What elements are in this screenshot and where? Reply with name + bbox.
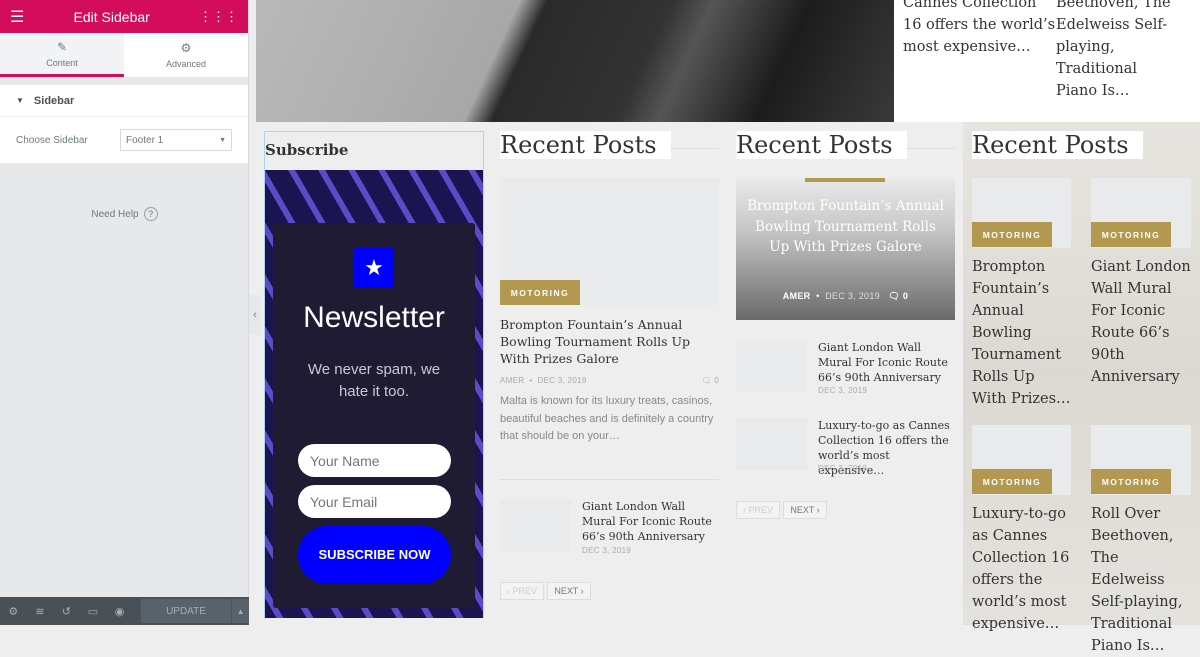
line: 16 offers the world’s bbox=[903, 17, 1056, 33]
post-author[interactable]: AMER bbox=[783, 291, 811, 301]
preview-eye-icon[interactable]: ◉ bbox=[106, 605, 133, 618]
post-title[interactable]: Luxury-to-go as Cannes Collection 16 off… bbox=[972, 503, 1072, 635]
featured-post-meta: AMER • DEC 3, 2019 🗨 0 bbox=[782, 291, 909, 301]
prev-button[interactable]: ‹ PREV bbox=[736, 501, 780, 519]
divider bbox=[500, 479, 719, 480]
tab-content[interactable]: ✎ Content bbox=[0, 33, 124, 77]
next-button[interactable]: NEXT › bbox=[547, 582, 591, 600]
choose-sidebar-row: Choose Sidebar Footer 1 ▼ bbox=[0, 117, 248, 163]
editor-panel: ☰ Edit Sidebar ⋮⋮⋮ ✎ Content ⚙ Advanced … bbox=[0, 0, 249, 625]
featured-post-card[interactable]: Brompton Fountain’s Annual Bowling Tourn… bbox=[736, 178, 955, 320]
newsletter-title: Newsletter bbox=[303, 301, 445, 334]
category-badge[interactable]: MOTORING bbox=[1091, 222, 1171, 247]
hero-image bbox=[256, 0, 894, 122]
category-badge[interactable]: MOTORING bbox=[1091, 469, 1171, 494]
choose-sidebar-label: Choose Sidebar bbox=[16, 134, 88, 146]
newsletter-tagline: We never spam, we hate it too. bbox=[307, 361, 441, 400]
email-input[interactable] bbox=[298, 485, 451, 518]
layers-icon[interactable]: ≋ bbox=[27, 605, 54, 618]
top-post-1[interactable]: Cannes Collection 16 offers the world’s … bbox=[903, 0, 1055, 58]
subscribe-button[interactable]: SUBSCRIBE NOW bbox=[298, 526, 451, 584]
comment-icon: 🗨 bbox=[701, 376, 712, 385]
next-button[interactable]: NEXT › bbox=[783, 501, 827, 519]
post-thumbnail[interactable] bbox=[736, 418, 807, 470]
top-post-2[interactable]: Beethoven, The Edelweiss Self- playing, … bbox=[1056, 0, 1200, 102]
newsletter-card: ★ Newsletter We never spam, we hate it t… bbox=[273, 223, 475, 608]
featured-post-meta: AMER • DEC 3, 2019 🗨 0 bbox=[500, 376, 719, 385]
help-icon: ? bbox=[143, 207, 158, 221]
caret-down-icon: ▼ bbox=[16, 96, 24, 105]
post-title[interactable]: Roll Over Beethoven, The Edelweiss Self-… bbox=[1091, 503, 1196, 657]
name-input[interactable] bbox=[298, 444, 451, 477]
post-author[interactable]: AMER bbox=[500, 376, 524, 385]
tab-content-label: Content bbox=[46, 57, 78, 68]
line: most expensive… bbox=[903, 39, 1031, 55]
update-button[interactable]: UPDATE bbox=[140, 599, 232, 623]
line: Cannes Collection bbox=[903, 0, 1037, 11]
gear-icon: ⚙ bbox=[180, 41, 192, 55]
responsive-icon[interactable]: ▭ bbox=[80, 605, 107, 618]
post-title[interactable]: Giant London Wall Mural For Iconic Route… bbox=[582, 499, 722, 544]
recent-posts-heading-2: Recent Posts bbox=[736, 131, 907, 159]
category-badge[interactable]: MOTORING bbox=[500, 280, 580, 305]
need-help-label: Need Help bbox=[91, 208, 139, 220]
collapse-panel-button[interactable]: ‹ bbox=[249, 295, 261, 335]
comment-icon: 🗨 bbox=[888, 291, 901, 301]
panel-tabs: ✎ Content ⚙ Advanced bbox=[0, 33, 248, 77]
post-date: DEC 3, 2019 bbox=[582, 546, 632, 555]
choose-sidebar-select[interactable]: Footer 1 ▼ bbox=[120, 129, 232, 151]
subscribe-widget[interactable]: Subscribe ★ Newsletter We never spam, we… bbox=[264, 131, 484, 618]
accent-bar bbox=[805, 178, 885, 182]
prev-button[interactable]: ‹ PREV bbox=[500, 582, 544, 600]
line: Piano Is… bbox=[1056, 83, 1130, 99]
chevron-left-icon: ‹ bbox=[253, 309, 257, 321]
post-title[interactable]: Brompton Fountain’s Annual Bowling Tourn… bbox=[972, 256, 1072, 410]
star-icon: ★ bbox=[354, 248, 394, 288]
settings-icon[interactable]: ⚙ bbox=[0, 605, 27, 618]
history-icon[interactable]: ↺ bbox=[53, 605, 80, 618]
post-title[interactable]: Giant London Wall Mural For Iconic Route… bbox=[1091, 256, 1196, 388]
featured-post-title[interactable]: Brompton Fountain’s Annual Bowling Tourn… bbox=[500, 316, 722, 367]
recent-posts-heading-1: Recent Posts bbox=[500, 131, 671, 159]
tab-advanced-label: Advanced bbox=[165, 59, 207, 69]
comments-count[interactable]: 🗨 0 bbox=[701, 376, 719, 385]
tab-advanced[interactable]: ⚙ Advanced bbox=[124, 33, 248, 77]
section-label: Sidebar bbox=[33, 94, 75, 107]
comments-value: 0 bbox=[902, 291, 909, 301]
panel-footer: ⚙ ≋ ↺ ▭ ◉ UPDATE ▲ bbox=[0, 597, 249, 625]
chevron-down-icon: ▼ bbox=[219, 136, 226, 144]
post-thumbnail[interactable] bbox=[500, 499, 571, 552]
post-title[interactable]: Giant London Wall Mural For Iconic Route… bbox=[818, 340, 953, 385]
newsletter-background: ★ Newsletter We never spam, we hate it t… bbox=[265, 170, 483, 618]
subscribe-heading: Subscribe bbox=[265, 141, 349, 159]
line: playing, Traditional bbox=[1056, 39, 1137, 77]
post-date: DEC 3, 2019 bbox=[825, 291, 880, 301]
post-date: DEC 3, 2019 bbox=[818, 464, 868, 473]
grid-icon[interactable]: ⋮⋮⋮ bbox=[199, 9, 238, 25]
line: Beethoven, The bbox=[1056, 0, 1171, 11]
choose-sidebar-value: Footer 1 bbox=[126, 134, 164, 146]
top-posts-strip: Cannes Collection 16 offers the world’s … bbox=[894, 0, 1200, 122]
panel-header: ☰ Edit Sidebar ⋮⋮⋮ bbox=[0, 0, 248, 33]
panel-title: Edit Sidebar bbox=[73, 8, 150, 25]
featured-post-title[interactable]: Brompton Fountain’s Annual Bowling Tourn… bbox=[746, 196, 945, 258]
post-date: DEC 3, 2019 bbox=[818, 386, 868, 395]
line: Edelweiss Self- bbox=[1056, 17, 1168, 33]
hamburger-icon[interactable]: ☰ bbox=[10, 7, 24, 27]
category-badge[interactable]: MOTORING bbox=[972, 222, 1052, 247]
recent-posts-heading-3: Recent Posts bbox=[972, 131, 1143, 159]
comments-value: 0 bbox=[714, 376, 719, 385]
post-thumbnail[interactable] bbox=[736, 340, 807, 392]
pencil-icon: ✎ bbox=[56, 39, 68, 54]
need-help-link[interactable]: Need Help ? bbox=[0, 207, 249, 221]
category-badge[interactable]: MOTORING bbox=[972, 469, 1052, 494]
section-sidebar-toggle[interactable]: ▼ Sidebar bbox=[0, 85, 248, 117]
featured-post-excerpt: Malta is known for its luxury treats, ca… bbox=[500, 395, 714, 442]
post-date: DEC 3, 2019 bbox=[537, 376, 587, 385]
update-options-button[interactable]: ▲ bbox=[231, 599, 249, 623]
